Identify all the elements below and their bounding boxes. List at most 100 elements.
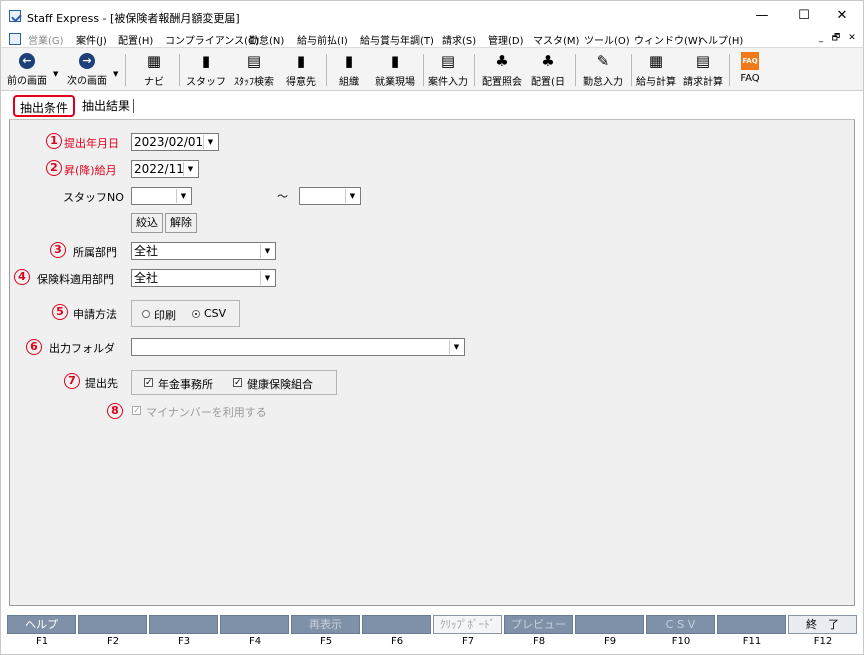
menu-admin[interactable]: 管理(D) <box>488 32 524 47</box>
pay-raise-month-picker[interactable]: 2022/11 ▼ <box>131 160 199 178</box>
insurance-department-value: 全社 <box>134 271 159 285</box>
department-select[interactable]: 全社 ▼ <box>131 242 276 260</box>
mynumber-label: マイナンバーを利用する <box>146 406 267 419</box>
close-button[interactable]: ✕ <box>821 1 863 31</box>
menu-case[interactable]: 案件(J) <box>76 32 107 47</box>
menu-assignment[interactable]: 配置(H) <box>118 32 153 47</box>
minimize-button[interactable]: — <box>741 1 783 31</box>
staff-search-button[interactable]: ▤ ｽﾀｯﾌ検索 <box>229 50 279 90</box>
insurance-department-dropdown-icon[interactable]: ▼ <box>260 271 274 285</box>
mdi-restore-button[interactable]: 🗗 <box>830 32 842 45</box>
f10-csv-button[interactable]: ＣＳＶ F10 <box>646 615 716 651</box>
output-folder-select[interactable]: ▼ <box>131 338 465 356</box>
menu-attendance[interactable]: 勤怠(N) <box>249 32 284 47</box>
pension-office-label[interactable]: 年金事務所 <box>158 376 213 392</box>
assignment-daily-button-label: 配置(日 <box>531 77 565 88</box>
output-folder-dropdown-icon[interactable]: ▼ <box>449 340 463 354</box>
method-print-radio[interactable] <box>142 310 150 318</box>
back-button[interactable]: ← 前の画面 <box>3 50 51 90</box>
method-label: 申請方法 <box>73 308 117 321</box>
f1-help-button[interactable]: ヘルプ F1 <box>7 615 77 651</box>
assignment-inquiry-button[interactable]: ♣ 配置照会 <box>478 50 526 90</box>
back-history-dropdown[interactable]: ▼ <box>53 70 58 78</box>
insurance-department-select[interactable]: 全社 ▼ <box>131 269 276 287</box>
menu-compliance[interactable]: コンプライアンス(C) <box>165 32 259 47</box>
worksite-button-label: 就業現場 <box>375 77 415 88</box>
f6-button[interactable]: F6 <box>362 615 432 651</box>
assignment-inquiry-icon: ♣ <box>495 52 509 70</box>
staff-no-from-select[interactable]: ▼ <box>131 187 192 205</box>
menu-window[interactable]: ウィンドウ(W) <box>634 32 702 47</box>
submit-date-picker[interactable]: 2023/02/01 ▼ <box>131 133 219 151</box>
department-label: 所属部門 <box>73 246 117 259</box>
staff-button[interactable]: ▮ スタッフ <box>185 50 227 90</box>
navi-button-label: ナビ <box>144 77 164 88</box>
step-2-marker: 2 <box>46 160 62 176</box>
billing-calc-button[interactable]: ▤ 請求計算 <box>681 50 725 90</box>
toolbar-separator <box>326 54 327 86</box>
method-group: 印刷 CSV <box>131 300 240 327</box>
attendance-input-button[interactable]: ✎ 勤怠入力 <box>579 50 627 90</box>
worksite-button[interactable]: ▮ 就業現場 <box>371 50 419 90</box>
step-1-marker: 1 <box>46 133 62 149</box>
menu-billing[interactable]: 請求(S) <box>442 32 476 47</box>
menu-bar: 営業(G) 案件(J) 配置(H) コンプライアンス(C) 勤怠(N) 給与前払… <box>1 31 863 47</box>
payroll-calc-button[interactable]: ▦ 給与計算 <box>633 50 679 90</box>
method-csv-label[interactable]: CSV <box>204 307 226 320</box>
staff-no-to-dropdown-icon[interactable]: ▼ <box>345 189 359 203</box>
menu-master[interactable]: マスタ(M) <box>533 32 579 47</box>
f11-button[interactable]: F11 <box>717 615 787 651</box>
forward-button[interactable]: → 次の画面 <box>63 50 111 90</box>
maximize-button[interactable]: ☐ <box>783 1 825 31</box>
health-insurance-checkbox[interactable]: ✓ <box>233 378 242 388</box>
staff-no-to-select[interactable]: ▼ <box>299 187 361 205</box>
f4-button[interactable]: F4 <box>220 615 290 651</box>
menu-sales[interactable]: 営業(G) <box>28 32 64 47</box>
insurance-department-label: 保険料適用部門 <box>37 273 114 286</box>
f10-label: ＣＳＶ <box>646 615 715 634</box>
f9-key: F9 <box>603 636 617 647</box>
tab-extraction-conditions[interactable]: 抽出条件 <box>13 95 76 117</box>
f7-clipboard-button[interactable]: ｸﾘｯﾌﾟﾎﾞｰﾄﾞ F7 <box>433 615 503 651</box>
f8-preview-button[interactable]: プレビュー F8 <box>504 615 574 651</box>
staff-no-from-dropdown-icon[interactable]: ▼ <box>176 189 190 203</box>
mdi-close-button[interactable]: ✕ <box>846 32 858 45</box>
pension-office-checkbox[interactable]: ✓ <box>144 378 153 388</box>
department-dropdown-icon[interactable]: ▼ <box>260 244 274 258</box>
tab-extraction-results[interactable]: 抽出結果 <box>77 95 135 117</box>
f5-label: 再表示 <box>291 615 360 634</box>
menu-help[interactable]: ヘルプ(H) <box>698 32 743 47</box>
mynumber-checkbox[interactable]: ✓ <box>132 406 141 416</box>
filter-button[interactable]: 絞込 <box>131 213 163 233</box>
department-value: 全社 <box>134 244 159 258</box>
pay-raise-month-dropdown-icon[interactable]: ▼ <box>183 162 197 176</box>
forward-history-dropdown[interactable]: ▼ <box>113 70 118 78</box>
case-input-button[interactable]: ▤ 案件入力 <box>425 50 471 90</box>
mdi-minimize-button[interactable]: _ <box>815 32 827 45</box>
toolbar-separator <box>575 54 576 86</box>
clear-button[interactable]: 解除 <box>165 213 197 233</box>
f7-key: F7 <box>461 636 475 647</box>
assignment-daily-button[interactable]: ♣ 配置(日 <box>528 50 568 90</box>
step-6-marker: 6 <box>26 339 42 355</box>
f12-exit-button[interactable]: 終 了 F12 <box>788 615 858 651</box>
function-key-bar: ヘルプ F1 F2 F3 F4 再表示 F5 F6 ｸﾘｯﾌﾟﾎﾞｰﾄﾞ F7 プレビ… <box>7 615 859 651</box>
health-insurance-label[interactable]: 健康保険組合 <box>247 376 313 392</box>
f7-label: ｸﾘｯﾌﾟﾎﾞｰﾄﾞ <box>433 615 502 634</box>
navi-icon: ▦ <box>146 52 162 70</box>
f5-refresh-button[interactable]: 再表示 F5 <box>291 615 361 651</box>
faq-button[interactable]: FAQ FAQ <box>735 50 765 90</box>
method-csv-radio[interactable] <box>192 310 200 318</box>
attendance-input-button-label: 勤怠入力 <box>583 77 623 88</box>
f3-button[interactable]: F3 <box>149 615 219 651</box>
f9-button[interactable]: F9 <box>575 615 645 651</box>
navi-button[interactable]: ▦ ナビ <box>134 50 174 90</box>
client-button[interactable]: ▮ 得意先 <box>280 50 322 90</box>
menu-tools[interactable]: ツール(O) <box>584 32 630 47</box>
method-print-label[interactable]: 印刷 <box>154 307 176 323</box>
menu-payroll[interactable]: 給与賞与年調(T) <box>360 32 434 47</box>
menu-advance-pay[interactable]: 給与前払(I) <box>297 32 348 47</box>
submit-date-dropdown-icon[interactable]: ▼ <box>203 135 217 149</box>
f2-button[interactable]: F2 <box>78 615 148 651</box>
organization-button[interactable]: ▮ 組織 <box>331 50 367 90</box>
